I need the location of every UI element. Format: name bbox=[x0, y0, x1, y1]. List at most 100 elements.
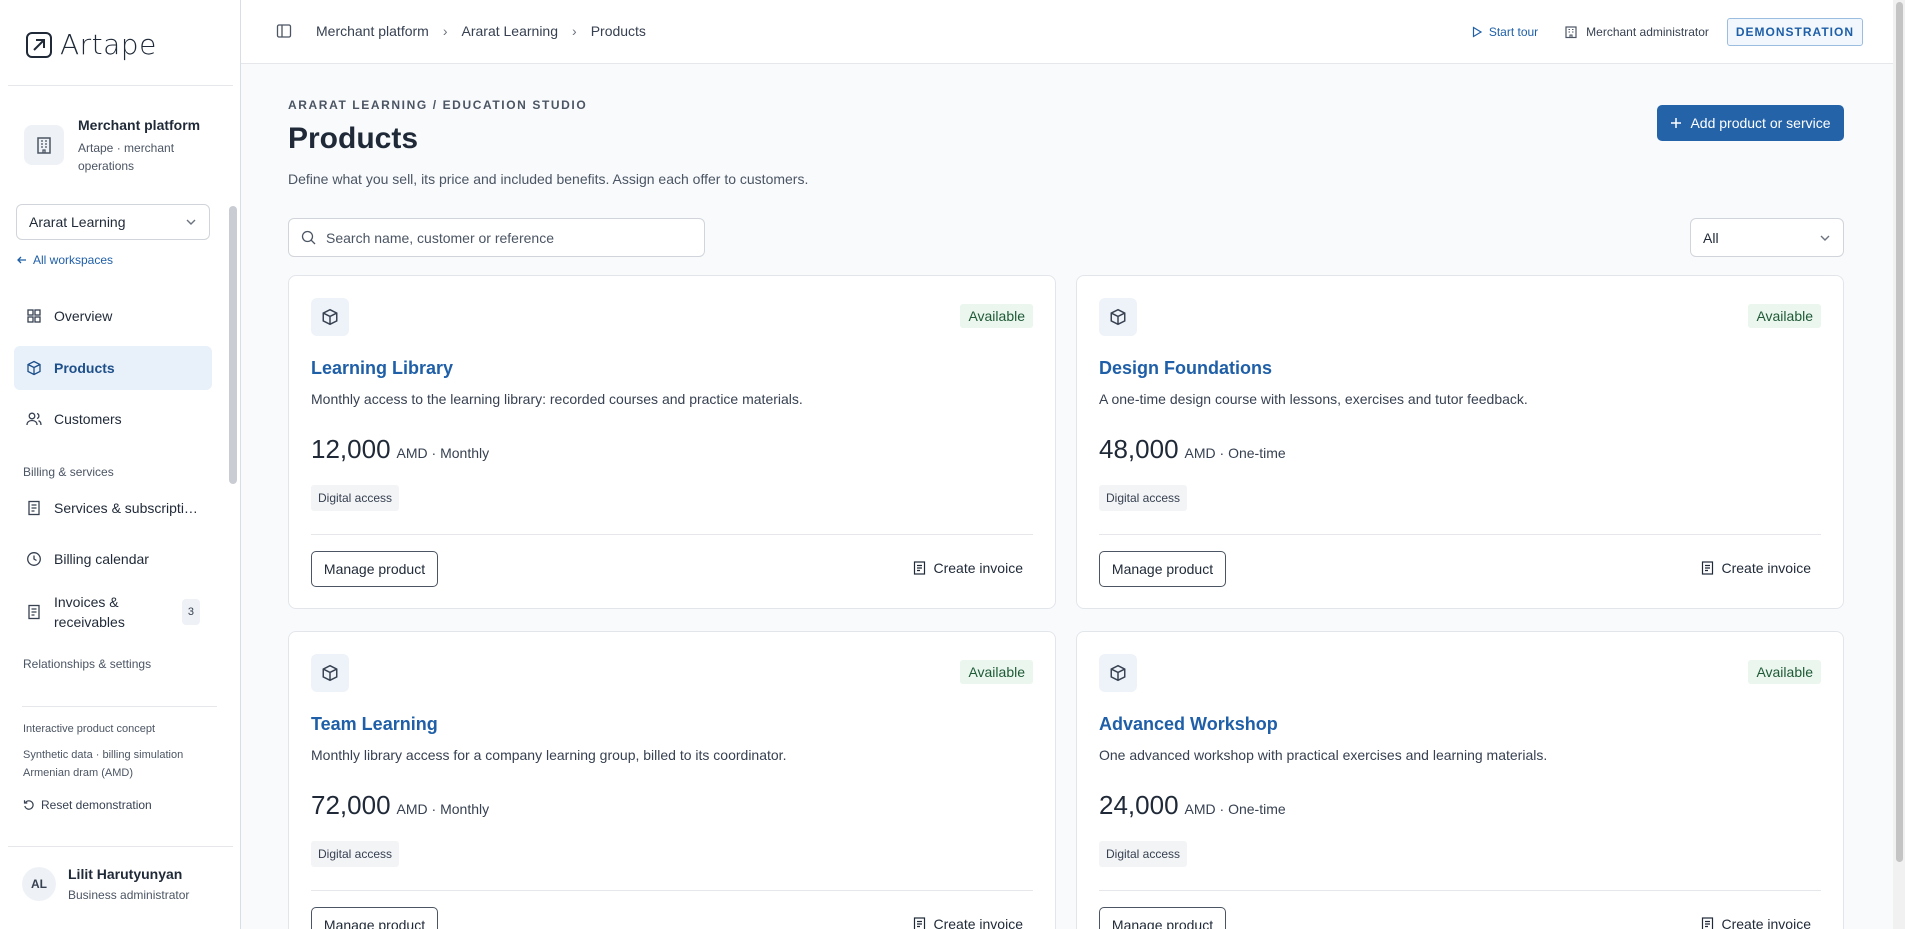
section-billing: Billing & services bbox=[23, 465, 114, 479]
start-tour-button[interactable]: Start tour bbox=[1471, 25, 1538, 39]
invoice-icon bbox=[913, 561, 925, 575]
role-indicator: Merchant administrator bbox=[1564, 25, 1709, 39]
box-icon bbox=[311, 654, 349, 692]
add-product-button[interactable]: Add product or service bbox=[1657, 105, 1844, 141]
demonstration-badge: DEMONSTRATION bbox=[1726, 18, 1863, 46]
breadcrumb-workspace[interactable]: Ararat Learning bbox=[462, 23, 559, 39]
search-input[interactable] bbox=[326, 229, 686, 246]
sidebar-item-products[interactable]: Products bbox=[14, 346, 212, 390]
status-badge: Available bbox=[1748, 660, 1821, 684]
user-role: Business administrator bbox=[68, 888, 190, 902]
price-unit: AMD · Monthly bbox=[396, 801, 490, 817]
status-badge: Available bbox=[960, 660, 1033, 684]
product-description: Monthly library access for a company lea… bbox=[311, 747, 787, 763]
product-description: One advanced workshop with practical exe… bbox=[1099, 747, 1548, 763]
divider bbox=[1099, 534, 1821, 535]
sidebar-item-label: Overview bbox=[54, 308, 113, 324]
benefit-tag: Digital access bbox=[311, 841, 400, 867]
grid-icon bbox=[27, 309, 41, 323]
manage-product-button[interactable]: Manage product bbox=[1099, 907, 1226, 929]
chevron-right-icon: › bbox=[442, 23, 448, 39]
search-icon bbox=[301, 230, 316, 245]
product-name[interactable]: Design Foundations bbox=[1099, 358, 1272, 379]
product-name[interactable]: Learning Library bbox=[311, 358, 453, 379]
sidebar-item-services[interactable]: Services & subscripti… bbox=[14, 486, 212, 530]
chevron-right-icon: › bbox=[572, 23, 577, 39]
box-icon bbox=[27, 360, 41, 376]
currency-note: Armenian dram (AMD) bbox=[23, 767, 134, 779]
breadcrumb-merchant[interactable]: Merchant platform bbox=[316, 23, 429, 39]
status-badge: Available bbox=[1748, 304, 1821, 328]
invoice-icon bbox=[1701, 561, 1713, 575]
search-box[interactable] bbox=[288, 218, 705, 257]
sidebar-item-label: Invoices & receivables bbox=[54, 594, 125, 630]
topbar: Merchant platform › Ararat Learning › Pr… bbox=[241, 0, 1893, 64]
sidebar-item-billing-calendar[interactable]: Billing calendar bbox=[14, 537, 212, 581]
box-icon bbox=[1099, 654, 1137, 692]
page-scrollbar[interactable] bbox=[1896, 2, 1903, 862]
plus-icon bbox=[1671, 118, 1682, 128]
create-invoice-button[interactable]: Create invoice bbox=[1701, 916, 1812, 929]
merchant-title: Merchant platform bbox=[78, 117, 201, 133]
sidebar-item-customers[interactable]: Customers bbox=[14, 397, 212, 441]
product-name[interactable]: Team Learning bbox=[311, 714, 438, 735]
sidebar-scrollbar[interactable] bbox=[229, 206, 237, 484]
product-price: 12,000 AMD · Monthly bbox=[311, 434, 489, 465]
invoice-icon bbox=[913, 917, 925, 929]
price-unit: AMD · Monthly bbox=[396, 445, 490, 461]
synthetic-note: Synthetic data · billing simulation bbox=[23, 749, 184, 761]
role-label: Merchant administrator bbox=[1586, 25, 1709, 39]
product-description: A one-time design course with lessons, e… bbox=[1099, 391, 1528, 407]
create-invoice-button[interactable]: Create invoice bbox=[913, 560, 1023, 576]
reset-label: Reset demonstration bbox=[41, 798, 152, 812]
status-filter-select[interactable]: All bbox=[1690, 218, 1844, 257]
manage-product-button[interactable]: Manage product bbox=[311, 551, 438, 587]
all-workspaces-link[interactable]: All workspaces bbox=[17, 253, 113, 267]
breadcrumb-current: Products bbox=[590, 23, 646, 39]
filter-value: All bbox=[1703, 229, 1719, 246]
reset-demo-button[interactable]: Reset demonstration bbox=[23, 798, 152, 812]
create-invoice-label: Create invoice bbox=[1721, 916, 1812, 929]
product-description: Monthly access to the learning library: … bbox=[311, 391, 803, 407]
building-icon bbox=[1565, 26, 1577, 39]
product-card: Available Advanced Workshop One advanced… bbox=[1076, 631, 1844, 929]
create-invoice-button[interactable]: Create invoice bbox=[1701, 560, 1812, 576]
add-product-label: Add product or service bbox=[1690, 115, 1831, 131]
workspace-select[interactable]: Ararat Learning bbox=[16, 204, 210, 240]
benefit-tag: Digital access bbox=[1099, 841, 1188, 867]
divider bbox=[8, 85, 233, 86]
sidebar-item-overview[interactable]: Overview bbox=[14, 294, 212, 338]
benefit-tag: Digital access bbox=[1099, 485, 1188, 511]
price-amount: 72,000 bbox=[311, 790, 391, 820]
manage-product-button[interactable]: Manage product bbox=[311, 907, 438, 929]
sidebar-toggle-icon[interactable] bbox=[276, 23, 292, 39]
user-name: Lilit Harutyunyan bbox=[68, 866, 183, 882]
product-price: 48,000 AMD · One-time bbox=[1099, 434, 1286, 465]
document-icon bbox=[28, 500, 40, 516]
page-description: Define what you sell, its price and incl… bbox=[288, 171, 809, 187]
product-price: 72,000 AMD · Monthly bbox=[311, 790, 489, 821]
section-relationships: Relationships & settings bbox=[23, 657, 152, 671]
product-name[interactable]: Advanced Workshop bbox=[1099, 714, 1278, 735]
product-card: Available Learning Library Monthly acces… bbox=[288, 275, 1056, 609]
product-card: Available Team Learning Monthly library … bbox=[288, 631, 1056, 929]
box-icon bbox=[1099, 298, 1137, 336]
divider bbox=[311, 890, 1033, 891]
divider bbox=[1099, 890, 1821, 891]
start-tour-label: Start tour bbox=[1488, 25, 1539, 39]
workspace-select-value: Ararat Learning bbox=[29, 214, 126, 230]
invoice-icon bbox=[1701, 917, 1713, 929]
breadcrumb: Merchant platform › Ararat Learning › Pr… bbox=[276, 23, 646, 39]
product-price: 24,000 AMD · One-time bbox=[1099, 790, 1286, 821]
create-invoice-button[interactable]: Create invoice bbox=[913, 916, 1023, 929]
create-invoice-label: Create invoice bbox=[1721, 560, 1812, 576]
user-profile[interactable]: AL Lilit Harutyunyan Business administra… bbox=[22, 866, 189, 902]
arrow-left-icon bbox=[17, 256, 26, 264]
product-card: Available Design Foundations A one-time … bbox=[1076, 275, 1844, 609]
manage-product-button[interactable]: Manage product bbox=[1099, 551, 1226, 587]
sidebar-item-invoices[interactable]: Invoices & receivables 3 bbox=[14, 590, 212, 634]
merchant-info: Merchant platform Artape · merchant oper… bbox=[24, 117, 200, 175]
merchant-subtitle: Artape · merchant operations bbox=[78, 141, 175, 173]
logo[interactable]: Artape bbox=[26, 28, 157, 61]
page-eyebrow: ARARAT LEARNING / EDUCATION STUDIO bbox=[288, 98, 588, 112]
